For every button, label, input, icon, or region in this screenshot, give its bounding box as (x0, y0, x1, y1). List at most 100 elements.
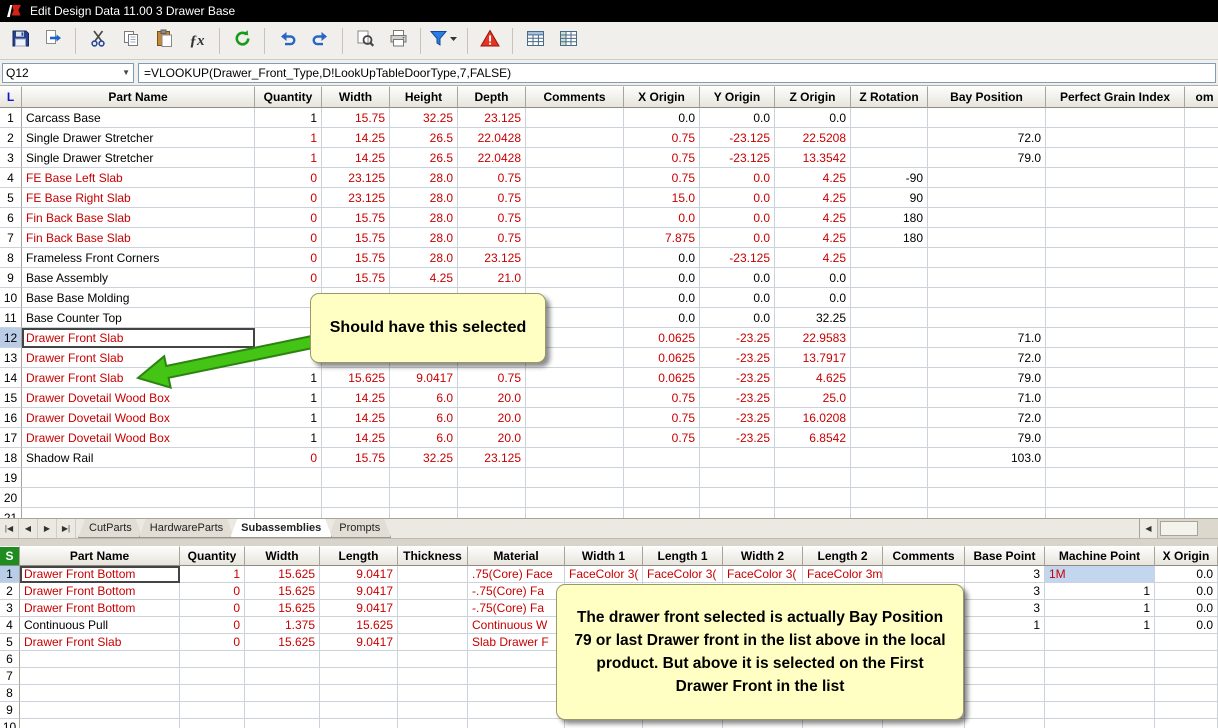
cell[interactable]: FaceColor 3mm PVC (803, 566, 883, 583)
column-header-width[interactable]: Width (245, 546, 320, 566)
cell[interactable] (526, 448, 624, 468)
cell[interactable] (624, 468, 700, 488)
cell[interactable]: FaceColor 3( (565, 566, 643, 583)
cell[interactable] (526, 408, 624, 428)
cell[interactable] (803, 719, 883, 728)
cell[interactable] (526, 208, 624, 228)
cell[interactable] (245, 685, 320, 702)
cell[interactable] (245, 702, 320, 719)
cell[interactable]: 4.25 (775, 228, 851, 248)
cell[interactable] (245, 651, 320, 668)
column-header-z-rotation[interactable]: Z Rotation (851, 86, 928, 108)
find-button[interactable] (350, 25, 380, 57)
cell[interactable]: 0.75 (624, 168, 700, 188)
cell[interactable] (1185, 388, 1218, 408)
column-header-comments[interactable]: Comments (526, 86, 624, 108)
cell[interactable]: 3 (965, 583, 1045, 600)
cell[interactable] (22, 488, 255, 508)
cell[interactable] (20, 651, 180, 668)
cell[interactable]: 1 (1045, 600, 1155, 617)
cell[interactable] (20, 719, 180, 728)
cell[interactable] (1046, 188, 1185, 208)
cell[interactable]: -23.25 (700, 328, 775, 348)
cell[interactable]: Fin Back Base Slab (22, 228, 255, 248)
row-number[interactable]: 12 (0, 328, 22, 348)
cell[interactable]: Slab Drawer F (468, 634, 565, 651)
cell[interactable]: Drawer Dovetail Wood Box (22, 388, 255, 408)
cell[interactable] (1185, 308, 1218, 328)
row-number[interactable]: 19 (0, 468, 22, 488)
cell[interactable]: -23.125 (700, 248, 775, 268)
cell[interactable] (255, 488, 322, 508)
formula-input[interactable]: =VLOOKUP(Drawer_Front_Type,D!LookUpTable… (138, 62, 1216, 83)
save-button[interactable] (5, 25, 35, 57)
cell[interactable]: 9.0417 (320, 566, 398, 583)
cell[interactable]: 14.25 (322, 128, 390, 148)
cell[interactable]: 15.625 (245, 583, 320, 600)
cell[interactable]: 22.9583 (775, 328, 851, 348)
cell[interactable]: 0 (180, 583, 245, 600)
cell[interactable] (851, 408, 928, 428)
cell[interactable]: 23.125 (458, 448, 526, 468)
cell[interactable]: 13.7917 (775, 348, 851, 368)
cell[interactable] (883, 719, 965, 728)
cell[interactable]: -90 (851, 168, 928, 188)
row-number[interactable]: 21 (0, 508, 22, 518)
cell[interactable] (700, 468, 775, 488)
column-header-bay-position[interactable]: Bay Position (928, 86, 1046, 108)
cell[interactable] (851, 468, 928, 488)
cell[interactable]: -23.25 (700, 408, 775, 428)
insert-function-button[interactable]: ƒx (182, 25, 212, 57)
cell[interactable]: 20.0 (458, 388, 526, 408)
row-number[interactable]: 8 (0, 248, 22, 268)
refresh-button[interactable] (227, 25, 257, 57)
cell[interactable] (928, 488, 1046, 508)
chevron-down-icon[interactable]: ▼ (122, 68, 130, 77)
cell[interactable]: 1 (1045, 617, 1155, 634)
row-number[interactable]: 6 (0, 208, 22, 228)
cell[interactable] (1185, 208, 1218, 228)
cell[interactable] (928, 228, 1046, 248)
cell[interactable] (1046, 328, 1185, 348)
cell[interactable]: 9.0417 (320, 583, 398, 600)
cell[interactable] (1185, 368, 1218, 388)
cell[interactable] (1185, 148, 1218, 168)
cell[interactable]: 0.0 (775, 288, 851, 308)
cell[interactable]: 0 (180, 600, 245, 617)
cell[interactable]: 6.0 (390, 388, 458, 408)
column-header-base-point[interactable]: Base Point (965, 546, 1045, 566)
cell[interactable]: 15.75 (322, 208, 390, 228)
cell[interactable] (468, 651, 565, 668)
horizontal-scrollbar[interactable]: ◀ (1139, 519, 1218, 538)
cell[interactable]: 0 (255, 228, 322, 248)
cell[interactable]: 180 (851, 208, 928, 228)
cell[interactable]: 0 (255, 268, 322, 288)
cell[interactable]: FE Base Right Slab (22, 188, 255, 208)
cell[interactable] (1155, 634, 1218, 651)
cell[interactable] (245, 668, 320, 685)
row-number[interactable]: 7 (0, 668, 20, 685)
cell[interactable]: 7.875 (624, 228, 700, 248)
cell[interactable]: 0.0 (1155, 617, 1218, 634)
cell[interactable]: 13.3542 (775, 148, 851, 168)
cell[interactable]: 0.0 (624, 288, 700, 308)
cell[interactable] (526, 488, 624, 508)
cell[interactable] (928, 248, 1046, 268)
cell[interactable] (851, 348, 928, 368)
cell[interactable] (458, 508, 526, 518)
cell[interactable]: 15.625 (245, 634, 320, 651)
cell[interactable] (526, 108, 624, 128)
cell[interactable] (965, 634, 1045, 651)
cell[interactable] (398, 685, 468, 702)
cell[interactable] (1185, 168, 1218, 188)
row-number[interactable]: 20 (0, 488, 22, 508)
column-header-x-origin[interactable]: X Origin (624, 86, 700, 108)
cell[interactable]: 14.25 (322, 148, 390, 168)
cell[interactable]: 32.25 (390, 448, 458, 468)
column-header-length[interactable]: Length (320, 546, 398, 566)
cell[interactable] (1046, 428, 1185, 448)
cell[interactable]: Continuous Pull (20, 617, 180, 634)
cell[interactable] (1046, 208, 1185, 228)
cell[interactable]: 25.0 (775, 388, 851, 408)
cell[interactable] (320, 702, 398, 719)
